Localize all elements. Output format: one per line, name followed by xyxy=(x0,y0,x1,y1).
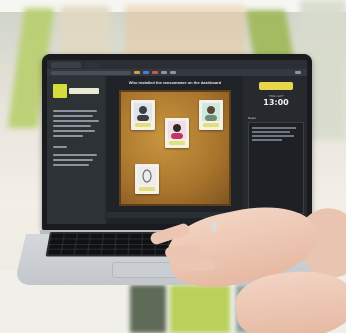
bookmark-icon[interactable] xyxy=(134,71,140,74)
table-stripe-dark xyxy=(130,285,166,333)
photo-scene: Who installed the ransomware on the dash… xyxy=(0,0,346,333)
bookmark-icon[interactable] xyxy=(143,71,149,74)
laptop-lid: Who installed the ransomware on the dash… xyxy=(42,54,312,230)
menu-icon[interactable] xyxy=(295,71,301,74)
suspect-card[interactable] xyxy=(199,100,223,130)
text-line xyxy=(53,135,83,137)
notes-heading: Notes xyxy=(248,116,256,120)
card-tag xyxy=(169,141,185,145)
suspect-card[interactable] xyxy=(131,100,155,130)
app-view: Who installed the ransomware on the dash… xyxy=(47,76,307,224)
card-tag xyxy=(135,123,151,127)
bookmark-icon[interactable] xyxy=(170,71,176,74)
text-line xyxy=(53,115,93,117)
person-icon xyxy=(168,121,186,139)
note-line xyxy=(252,127,296,129)
card-tag xyxy=(203,123,219,127)
new-tab-button[interactable] xyxy=(85,61,99,68)
text-line xyxy=(53,110,97,112)
card-tag xyxy=(139,187,155,191)
note-line xyxy=(252,139,282,141)
text-line xyxy=(53,159,93,161)
cork-board xyxy=(119,90,231,206)
table-stripe-green xyxy=(170,285,230,333)
person-icon xyxy=(138,167,156,185)
bookmark-icon[interactable] xyxy=(152,71,158,74)
suspect-card[interactable] xyxy=(165,118,189,148)
person-icon xyxy=(202,103,220,121)
browser-toolbar xyxy=(47,69,307,76)
suspect-card[interactable] xyxy=(135,164,159,194)
address-bar[interactable] xyxy=(51,70,131,75)
note-line xyxy=(252,135,294,137)
help-button[interactable] xyxy=(259,82,293,90)
finger xyxy=(174,259,216,272)
center-panel: Who installed the ransomware on the dash… xyxy=(107,76,243,224)
notes-area[interactable] xyxy=(248,122,304,214)
text-line xyxy=(53,164,89,166)
text-line xyxy=(53,125,91,127)
note-line xyxy=(252,131,290,133)
text-line xyxy=(53,154,97,156)
browser-tab-bar xyxy=(47,60,307,69)
browser-tab[interactable] xyxy=(51,61,81,68)
text-line xyxy=(53,130,95,132)
right-panel: TIME LEFT 13:00 Notes xyxy=(245,76,307,224)
logo-label xyxy=(69,88,99,94)
left-panel xyxy=(47,76,105,224)
bookmark-icon[interactable] xyxy=(161,71,167,74)
app-logo xyxy=(53,84,67,98)
page-title: Who installed the ransomware on the dash… xyxy=(128,80,222,85)
text-line xyxy=(53,146,67,148)
laptop-screen: Who installed the ransomware on the dash… xyxy=(47,60,307,224)
timer-value: 13:00 xyxy=(263,98,289,107)
text-line xyxy=(53,120,99,122)
person-icon xyxy=(134,103,152,121)
